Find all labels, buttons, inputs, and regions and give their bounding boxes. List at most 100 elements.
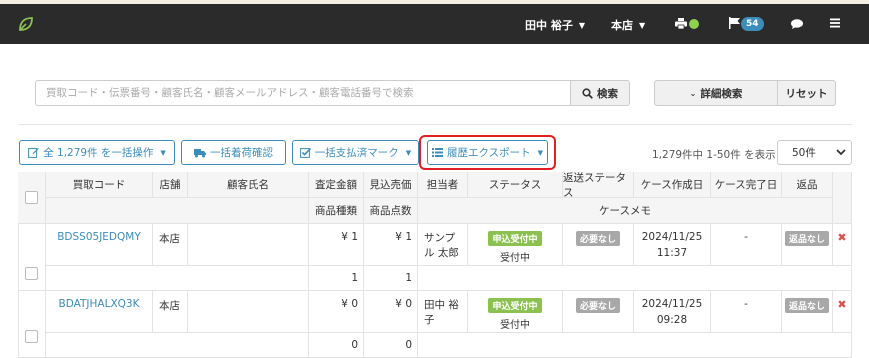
- row-checkbox[interactable]: [25, 330, 38, 343]
- created-date: 2024/11/25: [641, 231, 703, 243]
- select-all-cell: [18, 172, 46, 224]
- reset-button[interactable]: リセット: [777, 80, 836, 106]
- row-staff: サンプル 太郎: [418, 224, 468, 266]
- select-all-checkbox[interactable]: [25, 191, 38, 204]
- section-divider: [18, 124, 852, 125]
- row-store: 本店: [153, 291, 188, 333]
- chevron-down-icon: ⌄: [689, 88, 697, 98]
- printer-status-dot: [689, 19, 699, 29]
- header-created[interactable]: ケース作成日: [634, 172, 711, 198]
- row-store: 本店: [153, 224, 188, 266]
- row-memo: [418, 333, 852, 358]
- created-date: 2024/11/25: [641, 298, 703, 310]
- row-subrow-spacer: [46, 266, 309, 291]
- row-customer: [188, 291, 309, 333]
- list-icon: [431, 148, 443, 157]
- return-badge: 返品なし: [784, 231, 829, 246]
- return-status-badge: 必要なし: [575, 231, 620, 246]
- row-item-count: 1: [364, 266, 418, 291]
- header-completed[interactable]: ケース完了日: [711, 172, 782, 198]
- created-time: 09:28: [656, 314, 688, 326]
- search-icon: [582, 87, 593, 99]
- bulk-payment-button[interactable]: 一括支払済マーク ▼: [292, 140, 419, 165]
- row-return-status-cell: 必要なし: [563, 224, 634, 266]
- header-assess-amount[interactable]: 査定金額: [309, 172, 364, 198]
- chevron-down-icon: [836, 149, 846, 156]
- header-return-status[interactable]: 返送ステータス: [563, 172, 634, 199]
- store-name: 本店: [611, 19, 633, 32]
- header-code[interactable]: 買取コード: [46, 172, 153, 198]
- delete-icon[interactable]: ✖: [837, 231, 846, 244]
- bulk-arrival-button[interactable]: 一括着荷確認: [181, 140, 286, 165]
- row-checkbox[interactable]: [25, 267, 38, 280]
- printer-icon[interactable]: [675, 18, 687, 29]
- row-item-types: 1: [309, 266, 364, 291]
- status-text: 受付中: [500, 253, 530, 264]
- history-export-button[interactable]: 履歴エクスポート ▼: [427, 140, 548, 165]
- reset-button-label: リセット: [785, 87, 828, 100]
- return-badge: 返品なし: [784, 298, 829, 313]
- bulk-payment-label: 一括支払済マーク: [314, 147, 399, 159]
- row-delete-cell: ✖: [833, 224, 852, 266]
- notification-count-badge[interactable]: 54: [741, 17, 764, 31]
- history-export-label: 履歴エクスポート: [446, 147, 531, 159]
- pagination-info: 1,279件中 1-50件 を表示: [652, 149, 776, 161]
- chat-icon[interactable]: [791, 19, 803, 29]
- header-action: [833, 172, 852, 224]
- per-page-select[interactable]: 50件: [777, 140, 852, 165]
- row-customer: [188, 224, 309, 266]
- bulk-operation-label: 全 1,279件 を一括操作: [43, 147, 154, 159]
- bulk-operation-button[interactable]: 全 1,279件 を一括操作 ▼: [19, 140, 175, 165]
- flag-icon[interactable]: [729, 17, 740, 29]
- return-status-badge: 必要なし: [575, 298, 620, 313]
- header-status[interactable]: ステータス: [468, 172, 563, 198]
- header-item-types: 商品種類: [309, 198, 364, 224]
- row-completed-cell: -: [711, 291, 782, 333]
- row-select-cell: [18, 291, 46, 358]
- user-menu[interactable]: 田中 裕子 ▼: [525, 17, 585, 33]
- row-completed-cell: -: [711, 224, 782, 266]
- header-staff[interactable]: 担当者: [418, 172, 468, 198]
- status-text: 受付中: [500, 320, 530, 331]
- search-button-label: 検索: [597, 87, 618, 100]
- row-created-cell: 2024/11/25 09:28: [634, 291, 711, 333]
- caret-down-icon: ▼: [537, 148, 544, 157]
- header-memo: ケースメモ: [418, 198, 833, 224]
- row-sale-price: ¥ 1: [364, 224, 418, 266]
- row-assess-amount: ¥ 1: [309, 224, 364, 266]
- row-select-cell: [18, 224, 46, 291]
- top-navbar: 田中 裕子 ▼ 本店 ▼ 54: [0, 4, 869, 44]
- header-customer[interactable]: 顧客氏名: [188, 172, 309, 198]
- completed-date: -: [744, 231, 748, 243]
- status-badge: 申込受付中: [488, 231, 542, 246]
- row-delete-cell: ✖: [833, 291, 852, 333]
- bulk-arrival-label: 一括着荷確認: [210, 147, 273, 159]
- hamburger-menu-icon[interactable]: [830, 18, 840, 28]
- row-return-cell: 返品なし: [782, 224, 833, 266]
- row-item-count: 0: [364, 333, 418, 358]
- header-subrow-spacer: [46, 198, 309, 224]
- row-subrow-spacer: [46, 333, 309, 358]
- search-button[interactable]: 検索: [570, 80, 630, 106]
- row-status-cell: 申込受付中 受付中: [468, 224, 563, 266]
- store-menu[interactable]: 本店 ▼: [611, 17, 645, 33]
- header-store[interactable]: 店舗: [153, 172, 188, 198]
- leaf-logo-icon[interactable]: [17, 15, 35, 33]
- truck-icon: [194, 149, 206, 158]
- header-return[interactable]: 返品: [782, 172, 833, 198]
- row-assess-amount: ¥ 0: [309, 291, 364, 333]
- advanced-search-button[interactable]: ⌄ 詳細検索: [654, 80, 778, 106]
- purchase-code-link[interactable]: BDSS05JEDQMY: [57, 231, 141, 243]
- row-return-status-cell: 必要なし: [563, 291, 634, 333]
- chevron-down-icon: ▼: [578, 21, 585, 30]
- per-page-value: 50件: [792, 147, 816, 159]
- row-item-types: 0: [309, 333, 364, 358]
- purchase-code-link[interactable]: BDATJHALXQ3K: [59, 298, 140, 310]
- delete-icon[interactable]: ✖: [837, 298, 846, 311]
- status-badge: 申込受付中: [488, 298, 542, 313]
- header-sale-price[interactable]: 見込売価: [364, 172, 418, 198]
- row-created-cell: 2024/11/25 11:37: [634, 224, 711, 266]
- row-staff: 田中 裕子: [418, 291, 468, 333]
- completed-date: -: [744, 298, 748, 310]
- search-input[interactable]: [35, 80, 570, 106]
